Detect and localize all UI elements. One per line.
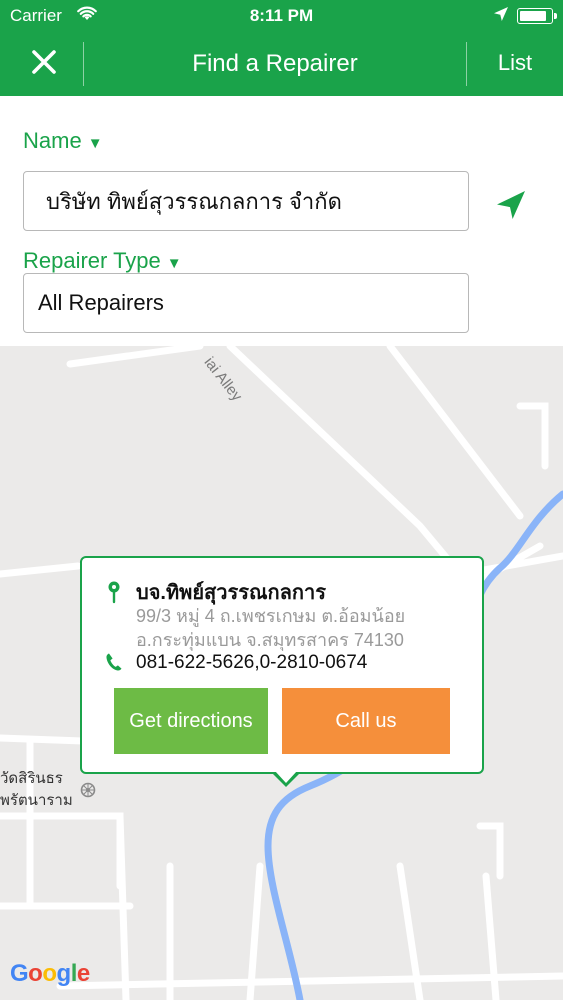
repairer-address-line: อ.กระทุ่มแบน จ.สมุทรสาคร 74130	[136, 630, 404, 650]
location-arrow-icon	[493, 6, 509, 27]
temple-label: วัดสิรินธร พรัตนาราม	[0, 768, 73, 812]
google-letter: g	[56, 960, 72, 987]
close-button[interactable]	[22, 42, 66, 86]
temple-label-line: พรัตนาราม	[0, 792, 73, 809]
phone-icon	[105, 652, 123, 677]
name-filter-toggle[interactable]: Name ▼	[23, 128, 103, 154]
google-letter: e	[76, 960, 90, 987]
battery-fill	[520, 11, 546, 21]
status-bar: Carrier 8:11 PM	[0, 0, 563, 30]
repairer-type-toggle[interactable]: Repairer Type ▼	[23, 248, 182, 274]
top-bar: Carrier 8:11 PM Find a Repairer List	[0, 0, 563, 96]
navigation-bar: Find a Repairer List	[0, 32, 563, 96]
repairer-phone: 081-622-5626,0-2810-0674	[136, 652, 368, 673]
close-icon	[31, 49, 57, 80]
get-directions-button[interactable]: Get directions	[114, 688, 268, 754]
google-letter: o	[28, 960, 43, 987]
caret-down-icon: ▼	[166, 255, 182, 272]
temple-icon	[80, 782, 96, 803]
info-window-pointer	[272, 771, 300, 787]
repairer-type-select[interactable]: All Repairers	[23, 273, 469, 333]
repairer-info-window: บจ.ทิพย์สุวรรณกลการ 99/3 หมู่ 4 ถ.เพชรเก…	[80, 556, 484, 787]
name-field[interactable]: บริษัท ทิพย์สุวรรณกลการ จำกัด	[23, 171, 469, 231]
temple-label-line: วัดสิรินธร	[0, 770, 63, 787]
caret-down-icon: ▼	[87, 135, 103, 152]
list-button[interactable]: List	[467, 50, 563, 76]
battery-icon	[517, 8, 557, 24]
google-attribution: Google	[10, 960, 90, 988]
navigate-arrow-button[interactable]	[494, 188, 528, 222]
page-title: Find a Repairer	[192, 50, 358, 77]
navigate-arrow-icon	[494, 191, 528, 226]
name-label: Name	[23, 128, 82, 153]
map-pin-icon	[106, 580, 122, 609]
search-form: Name ▼ บริษัท ทิพย์สุวรรณกลการ จำกัด Repa…	[0, 96, 563, 346]
call-us-button[interactable]: Call us	[282, 688, 450, 754]
repairer-type-label: Repairer Type	[23, 248, 161, 273]
google-letter: o	[42, 960, 57, 987]
google-letter: G	[10, 960, 29, 987]
status-time: 8:11 PM	[249, 6, 314, 25]
